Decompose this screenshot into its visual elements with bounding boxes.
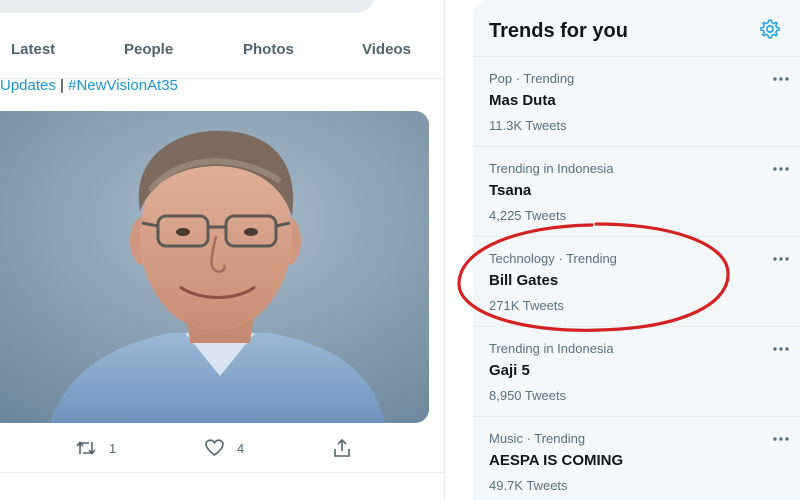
tab-people[interactable]: People [124,38,173,62]
more-icon[interactable] [771,69,791,89]
tab-latest[interactable]: Latest [11,38,55,62]
hashtag-separator: | [55,77,69,94]
like-button[interactable]: 4 [205,434,244,462]
trend-item[interactable]: Trending in Indonesia Tsana 4,225 Tweets [473,147,800,237]
trend-tweet-count: 271K Tweets [489,298,564,313]
trend-item[interactable]: Pop · Trending Mas Duta 11.3K Tweets [473,57,800,147]
trend-category: Pop · Trending [489,71,575,86]
trend-name: Gaji 5 [489,362,530,379]
like-count: 4 [237,440,245,456]
portrait-illustration [0,111,429,423]
trend-category: Trending in Indonesia [489,161,614,176]
trend-tweet-count: 49.7K Tweets [489,478,568,493]
trend-name: Bill Gates [489,272,559,289]
trends-panel: Trends for you Pop · Trending Mas Duta 1… [473,0,800,500]
more-icon[interactable] [771,429,791,449]
trend-item[interactable]: Trending in Indonesia Gaji 5 8,950 Tweet… [473,327,800,417]
trend-name: AESPA IS COMING [489,452,624,469]
search-feed: Latest People Photos Videos Updates | #N… [0,0,445,500]
trends-header: Trends for you [473,0,800,57]
trend-item[interactable]: Music · Trending AESPA IS COMING 49.7K T… [473,417,800,500]
more-icon[interactable] [771,339,791,359]
hashtag-link[interactable]: #NewVisionAt35 [68,77,178,94]
tweet-actions: 1 4 [0,434,444,462]
trend-tweet-count: 4,225 Tweets [489,208,567,223]
trend-category: Trending in Indonesia [489,341,614,356]
trend-tweet-count: 8,950 Tweets [489,388,567,403]
tab-videos[interactable]: Videos [362,38,411,62]
tweet-photo[interactable] [0,111,429,423]
share-icon [334,438,350,457]
trend-category: Technology · Trending [489,251,617,266]
heart-icon [205,439,224,457]
trend-tweet-count: 11.3K Tweets [489,118,567,133]
trend-item[interactable]: Technology · Trending Bill Gates 271K Tw… [473,237,800,327]
gear-icon[interactable] [759,18,781,40]
retweet-count: 1 [109,440,117,456]
search-tabs: Latest People Photos Videos [0,22,444,79]
trend-category: Music · Trending [489,431,586,446]
more-icon[interactable] [771,159,791,179]
trend-name: Mas Duta [489,92,556,109]
share-button[interactable] [333,434,351,462]
more-icon[interactable] [771,249,791,269]
search-bar[interactable] [0,0,376,13]
retweet-icon [76,441,96,455]
tab-photos[interactable]: Photos [243,38,294,62]
tweet-text: Updates | #NewVisionAt35 [0,76,178,96]
hashtag-link[interactable]: Updates [0,77,56,94]
trend-name: Tsana [489,182,532,199]
retweet-button[interactable]: 1 [76,434,116,462]
divider [0,472,444,473]
trends-title: Trends for you [489,20,628,42]
